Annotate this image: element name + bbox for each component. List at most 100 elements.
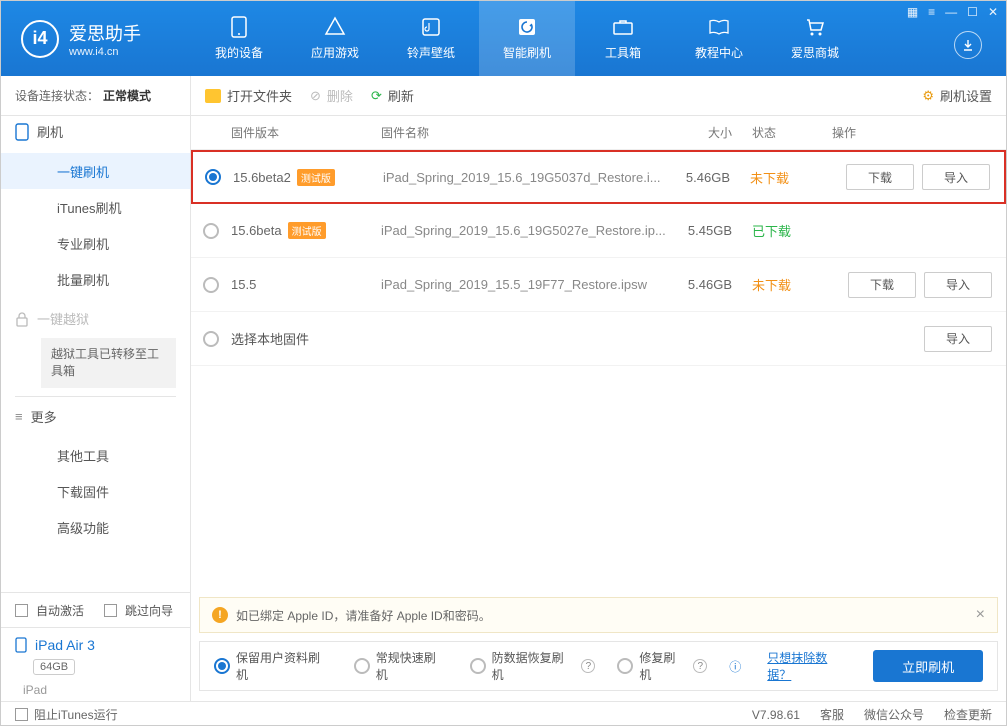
sidebar: 设备连接状态：正常模式 刷机 一键刷机 iTunes刷机 专业刷机 批量刷机 一… [1,76,191,701]
firmware-size-cell: 5.46GB [672,277,752,292]
warning-close-icon[interactable]: × [976,606,985,624]
footer-service[interactable]: 客服 [820,706,844,723]
flash-mode-option[interactable]: 常规快速刷机 [354,649,448,683]
mode-radio[interactable] [354,658,370,674]
firmware-status-cell: 未下载 [752,275,832,294]
import-button[interactable]: 导入 [922,164,990,190]
connection-status: 设备连接状态：正常模式 [1,76,190,116]
window-controls: ▦ ≡ — ☐ ✕ [907,5,998,19]
app-header: i4 爱思助手 www.i4.cn 我的设备 应用游戏 铃声壁纸 智能刷机 工具… [1,1,1006,76]
sidebar-item-download-fw[interactable]: 下载固件 [1,474,190,510]
footer-check-update[interactable]: 检查更新 [944,706,992,723]
nav-ringtones[interactable]: 铃声壁纸 [383,1,479,76]
firmware-radio[interactable] [205,169,221,185]
firmware-size-cell: 5.45GB [672,223,752,238]
firmware-size-cell: 5.46GB [670,170,750,185]
download-button[interactable]: 下载 [846,164,914,190]
import-button[interactable]: 导入 [924,326,992,352]
nav-store[interactable]: 爱思商城 [767,1,863,76]
erase-data-link[interactable]: 只想抹除数据？ [767,649,851,683]
import-button[interactable]: 导入 [924,272,992,298]
nav-flash[interactable]: 智能刷机 [479,1,575,76]
nav-toolbox[interactable]: 工具箱 [575,1,671,76]
col-name: 固件名称 [381,124,672,141]
sidebar-item-batch-flash[interactable]: 批量刷机 [1,261,190,297]
auto-activate-checkbox[interactable] [15,604,28,617]
top-nav: 我的设备 应用游戏 铃声壁纸 智能刷机 工具箱 教程中心 爱思商城 [191,1,1006,76]
win-maximize-icon[interactable]: ☐ [967,5,978,19]
block-itunes-label: 阻止iTunes运行 [34,706,118,723]
sidebar-item-advanced[interactable]: 高级功能 [1,510,190,546]
firmware-radio[interactable] [203,277,219,293]
footer-wechat[interactable]: 微信公众号 [864,706,924,723]
firmware-row[interactable]: 15.6beta2测试版iPad_Spring_2019_15.6_19G503… [191,150,1006,204]
nav-tutorials[interactable]: 教程中心 [671,1,767,76]
win-close-icon[interactable]: ✕ [988,5,998,19]
flash-mode-option[interactable]: 保留用户资料刷机 [214,649,332,683]
gear-icon: ⚙ [922,88,934,104]
app-title: 爱思助手 [69,20,141,46]
device-type: iPad [1,679,190,701]
delete-button[interactable]: ⊘ 删除 [310,86,353,105]
sidebar-section-flash[interactable]: 刷机 [1,116,190,147]
sidebar-item-oneclick-flash[interactable]: 一键刷机 [1,153,190,189]
logo-area: i4 爱思助手 www.i4.cn [1,20,191,58]
col-version: 固件版本 [231,124,381,141]
sidebar-item-itunes-flash[interactable]: iTunes刷机 [1,189,190,225]
nav-my-device[interactable]: 我的设备 [191,1,287,76]
toolbar: 打开文件夹 ⊘ 删除 ⟳ 刷新 ⚙ 刷机设置 [191,76,1006,116]
logo-icon: i4 [21,20,59,58]
device-icon [228,16,250,38]
skip-guide-checkbox[interactable] [104,604,117,617]
flash-icon [516,16,538,38]
firmware-status-cell: 已下载 [752,221,832,240]
sidebar-item-other-tools[interactable]: 其他工具 [1,438,190,474]
flash-settings-button[interactable]: ⚙ 刷机设置 [922,86,992,105]
firmware-radio[interactable] [203,223,219,239]
warning-icon: ! [212,607,228,623]
block-itunes-checkbox[interactable] [15,708,28,721]
win-minimize-icon[interactable]: — [945,5,957,19]
flash-mode-option[interactable]: 防数据恢复刷机? [470,649,596,683]
firmware-name-cell: iPad_Spring_2019_15.6_19G5027e_Restore.i… [381,223,672,238]
warning-bar: ! 如已绑定 Apple ID，请准备好 Apple ID和密码。 × [199,597,998,633]
firmware-ops-cell: 导入 [832,326,992,352]
col-size: 大小 [672,124,752,141]
help-icon[interactable]: ? [581,659,595,673]
warning-text: 如已绑定 Apple ID，请准备好 Apple ID和密码。 [236,607,491,624]
firmware-version-cell: 15.5 [231,277,381,292]
mode-radio[interactable] [617,658,633,674]
beta-badge: 测试版 [297,169,335,186]
help-icon[interactable]: ? [693,659,707,673]
download-indicator-icon[interactable] [954,31,982,59]
toolbox-icon [612,16,634,38]
lock-icon [15,311,29,327]
download-button[interactable]: 下载 [848,272,916,298]
firmware-row[interactable]: 15.5iPad_Spring_2019_15.5_19F77_Restore.… [191,258,1006,312]
firmware-radio[interactable] [203,331,219,347]
footer: 阻止iTunes运行 V7.98.61 客服 微信公众号 检查更新 [1,701,1006,727]
mode-radio[interactable] [214,658,230,674]
flash-now-button[interactable]: 立即刷机 [873,650,983,682]
win-grid-icon[interactable]: ▦ [907,5,918,19]
cart-icon [804,16,826,38]
mode-radio[interactable] [470,658,486,674]
refresh-button[interactable]: ⟳ 刷新 [371,86,414,105]
sidebar-item-pro-flash[interactable]: 专业刷机 [1,225,190,261]
folder-icon [205,89,221,103]
flash-mode-option[interactable]: 修复刷机? [617,649,707,683]
sidebar-section-more[interactable]: ≡ 更多 [1,401,190,432]
open-folder-button[interactable]: 打开文件夹 [205,86,292,105]
firmware-row[interactable]: 15.6beta测试版iPad_Spring_2019_15.6_19G5027… [191,204,1006,258]
col-ops: 操作 [832,124,992,141]
win-menu-icon[interactable]: ≡ [928,5,935,19]
device-name[interactable]: iPad Air 3 [35,637,95,653]
flash-section-icon [15,123,29,141]
firmware-ops-cell: 下载导入 [832,272,992,298]
firmware-row[interactable]: 选择本地固件导入 [191,312,1006,366]
device-capacity: 64GB [33,659,75,675]
beta-badge: 测试版 [288,222,326,239]
nav-apps[interactable]: 应用游戏 [287,1,383,76]
info-icon[interactable]: ⓘ [729,658,741,675]
firmware-name-cell: iPad_Spring_2019_15.6_19G5037d_Restore.i… [383,170,670,185]
